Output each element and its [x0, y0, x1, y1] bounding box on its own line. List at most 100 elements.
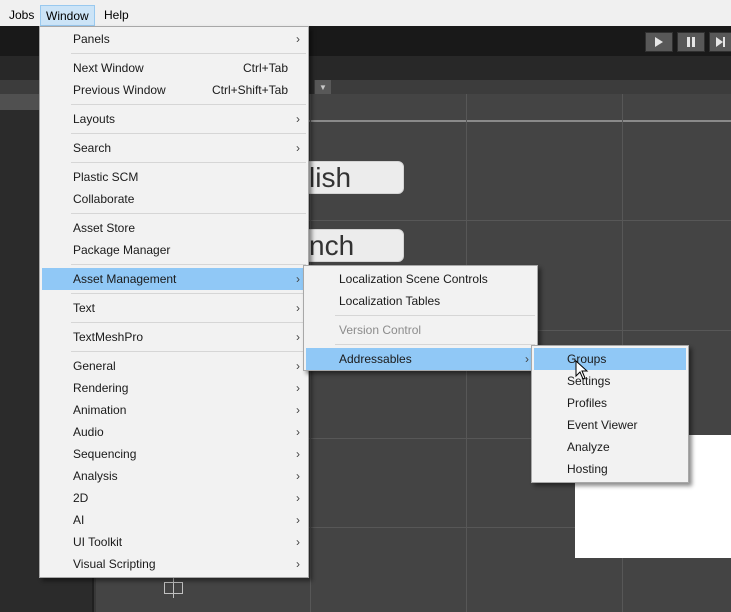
window-menu-item-panels[interactable]: Panels ›	[42, 28, 306, 50]
menu-item-label: TextMeshPro	[73, 330, 144, 344]
asset-menu-item-addressables[interactable]: Addressables ›	[306, 348, 535, 370]
menu-separator	[71, 264, 306, 265]
window-menu-item-ai[interactable]: AI ›	[42, 509, 306, 531]
window-menu-item-visual-scripting[interactable]: Visual Scripting ›	[42, 553, 306, 575]
scene-ui-button-publish[interactable]: lish	[300, 161, 404, 194]
chevron-right-icon: ›	[296, 513, 300, 527]
menu-item-label: Previous Window	[73, 83, 166, 97]
addressables-menu-item-profiles[interactable]: Profiles	[534, 392, 686, 414]
asset-menu-item-localization-tables[interactable]: Localization Tables	[306, 290, 535, 312]
menu-item-label: Localization Scene Controls	[339, 272, 488, 286]
window-menu-item-ui-toolkit[interactable]: UI Toolkit ›	[42, 531, 306, 553]
menu-item-label: Rendering	[73, 381, 129, 395]
chevron-right-icon: ›	[296, 359, 300, 373]
chevron-right-icon: ›	[296, 403, 300, 417]
chevron-right-icon: ›	[296, 491, 300, 505]
menu-item-label: Animation	[73, 403, 127, 417]
menu-item-label: Package Manager	[73, 243, 171, 257]
menu-bar: Jobs Window Help	[0, 0, 731, 26]
addressables-submenu: Groups Settings Profiles Event Viewer Analyz…	[531, 345, 689, 483]
window-menu-item-next-window[interactable]: Next Window Ctrl+Tab	[42, 57, 306, 79]
scene-button-label: lish	[309, 162, 352, 193]
menu-separator	[71, 322, 306, 323]
menu-item-shortcut: Ctrl+Shift+Tab	[211, 83, 288, 97]
asset-menu-item-localization-scene-controls[interactable]: Localization Scene Controls	[306, 268, 535, 290]
menu-item-label: Audio	[73, 425, 104, 439]
window-menu-item-previous-window[interactable]: Previous Window Ctrl+Shift+Tab	[42, 79, 306, 101]
menu-item-label: General	[73, 359, 116, 373]
menu-item-label: Plastic SCM	[73, 170, 139, 184]
window-menu-item-asset-store[interactable]: Asset Store	[42, 217, 306, 239]
menu-item-label: Hosting	[567, 462, 608, 476]
menu-item-label: Next Window	[73, 61, 144, 75]
menu-item-label: Asset Store	[73, 221, 136, 235]
menubar-window[interactable]: Window	[40, 5, 95, 26]
chevron-right-icon: ›	[296, 301, 300, 315]
window-menu-item-collaborate[interactable]: Collaborate	[42, 188, 306, 210]
menubar-help[interactable]: Help	[100, 5, 133, 26]
menu-separator	[71, 104, 306, 105]
menu-separator	[71, 53, 306, 54]
menu-separator	[71, 133, 306, 134]
window-menu-item-audio[interactable]: Audio ›	[42, 421, 306, 443]
chevron-right-icon: ›	[296, 535, 300, 549]
rect-gizmo-handle[interactable]	[164, 582, 183, 594]
menu-item-label: Addressables	[339, 352, 412, 366]
menu-item-label: Search	[73, 141, 112, 155]
asset-management-submenu: Localization Scene Controls Localization …	[303, 265, 538, 371]
pause-icon	[687, 37, 695, 47]
menu-item-label: Collaborate	[73, 192, 135, 206]
window-menu-item-rendering[interactable]: Rendering ›	[42, 377, 306, 399]
chevron-right-icon: ›	[296, 32, 300, 46]
window-menu-item-general[interactable]: General ›	[42, 355, 306, 377]
menu-item-label: Profiles	[567, 396, 608, 410]
chevron-right-icon: ›	[296, 141, 300, 155]
menubar-jobs[interactable]: Jobs	[5, 5, 38, 26]
menu-item-label: Analysis	[73, 469, 118, 483]
addressables-menu-item-hosting[interactable]: Hosting	[534, 458, 686, 480]
addressables-menu-item-groups[interactable]: Groups	[534, 348, 686, 370]
window-menu-item-2d[interactable]: 2D ›	[42, 487, 306, 509]
scene-button-label: nch	[309, 230, 355, 261]
menu-item-label: Event Viewer	[567, 418, 638, 432]
menu-item-label: Text	[73, 301, 96, 315]
chevron-right-icon: ›	[296, 272, 300, 286]
menu-separator	[71, 293, 306, 294]
window-menu-item-textmeshpro[interactable]: TextMeshPro ›	[42, 326, 306, 348]
menu-item-label: 2D	[73, 491, 89, 505]
window-menu-item-search[interactable]: Search ›	[42, 137, 306, 159]
step-button[interactable]	[709, 32, 731, 52]
chevron-right-icon: ›	[296, 447, 300, 461]
play-icon	[655, 37, 663, 47]
chevron-down-icon: ▼	[319, 83, 327, 92]
window-menu-item-text[interactable]: Text ›	[42, 297, 306, 319]
window-menu-item-plastic-scm[interactable]: Plastic SCM	[42, 166, 306, 188]
chevron-right-icon: ›	[296, 469, 300, 483]
chevron-right-icon: ›	[296, 330, 300, 344]
addressables-menu-item-settings[interactable]: Settings	[534, 370, 686, 392]
chevron-right-icon: ›	[525, 352, 529, 366]
menu-separator	[71, 162, 306, 163]
window-menu-item-package-manager[interactable]: Package Manager	[42, 239, 306, 261]
chevron-right-icon: ›	[296, 112, 300, 126]
asset-menu-item-version-control: Version Control	[306, 319, 535, 341]
menu-item-label: Localization Tables	[339, 294, 441, 308]
play-button[interactable]	[645, 32, 673, 52]
menu-item-label: AI	[73, 513, 85, 527]
window-menu-item-sequencing[interactable]: Sequencing ›	[42, 443, 306, 465]
window-menu-item-analysis[interactable]: Analysis ›	[42, 465, 306, 487]
chevron-right-icon: ›	[296, 425, 300, 439]
window-menu-item-layouts[interactable]: Layouts ›	[42, 108, 306, 130]
menu-separator	[71, 351, 306, 352]
pause-button[interactable]	[677, 32, 705, 52]
window-menu-item-animation[interactable]: Animation ›	[42, 399, 306, 421]
menu-item-label: Version Control	[339, 323, 422, 337]
menu-separator	[71, 213, 306, 214]
menu-item-label: UI Toolkit	[73, 535, 123, 549]
menu-item-shortcut: Ctrl+Tab	[242, 61, 288, 75]
addressables-menu-item-analyze[interactable]: Analyze	[534, 436, 686, 458]
window-menu-item-asset-management[interactable]: Asset Management ›	[42, 268, 306, 290]
scene-ui-button-launch[interactable]: nch	[300, 229, 404, 262]
menu-item-label: Asset Management	[73, 272, 177, 286]
addressables-menu-item-event-viewer[interactable]: Event Viewer	[534, 414, 686, 436]
